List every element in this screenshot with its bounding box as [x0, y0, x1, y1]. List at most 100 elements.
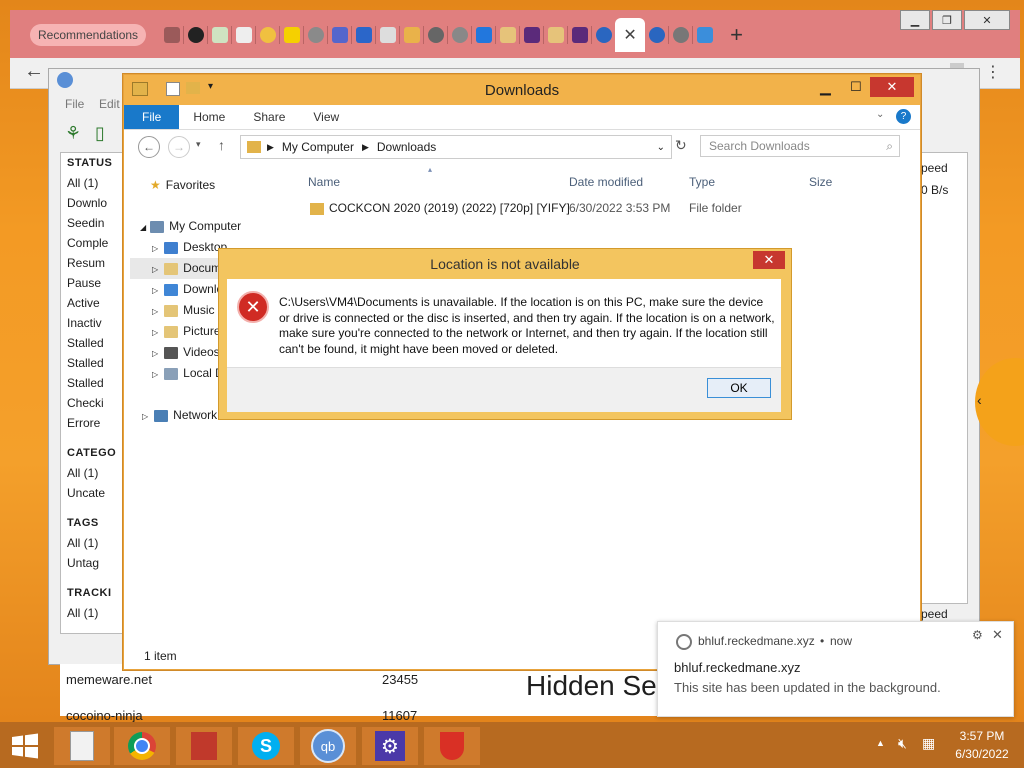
search-input[interactable]: Search Downloads ⌕ [700, 135, 900, 157]
nav-my-computer[interactable]: ◢ My Computer [130, 216, 290, 237]
expand-arrow-icon[interactable]: ▷ [152, 244, 158, 253]
status-filter-stalled-uploading[interactable]: Stalled [61, 353, 125, 373]
collapse-arrow-icon[interactable]: ◢ [140, 223, 146, 232]
help-icon[interactable]: ? [896, 109, 911, 124]
tab-favicon[interactable] [452, 27, 469, 43]
tab-favicon[interactable] [500, 27, 517, 43]
expand-arrow-icon[interactable]: ▷ [152, 286, 158, 295]
category-filter-all[interactable]: All (1) [61, 463, 125, 483]
refresh-icon[interactable]: ↻ [675, 137, 687, 154]
add-torrent-link-icon[interactable]: ⚘ [65, 123, 81, 144]
column-header-size[interactable]: Size [809, 175, 832, 189]
back-icon[interactable]: ← [138, 136, 160, 158]
breadcrumb-my-computer[interactable]: My Computer [282, 140, 354, 154]
file-name[interactable]: COCKCON 2020 (2019) (2022) [720p] [YIFY] [329, 201, 570, 215]
tag-filter-all[interactable]: All (1) [61, 533, 125, 553]
nav-favorites[interactable]: ★ Favorites [130, 175, 290, 196]
maximize-icon[interactable]: ❐ [932, 10, 962, 30]
taskbar-security[interactable] [424, 727, 480, 765]
tab-favicon[interactable] [284, 27, 301, 43]
active-tab-close-button[interactable]: ✕ [615, 18, 646, 52]
tab-favicon[interactable] [548, 27, 565, 43]
tracker-filter-all[interactable]: All (1) [61, 603, 125, 623]
taskbar-clock-date[interactable]: 6/30/2022 [954, 747, 1010, 761]
browser-menu-icon[interactable]: ⋮ [985, 62, 1001, 82]
tab-favicon[interactable] [596, 27, 613, 43]
chevron-left-icon[interactable]: ‹ [977, 392, 982, 408]
status-filter-downloading[interactable]: Downlo [61, 193, 125, 213]
taskbar-chrome[interactable] [114, 727, 170, 765]
taskbar-clock-time[interactable]: 3:57 PM [954, 729, 1010, 743]
address-dropdown-icon[interactable]: ⌄ [657, 142, 665, 153]
status-filter-seeding[interactable]: Seedin [61, 213, 125, 233]
forward-icon[interactable]: → [168, 136, 190, 158]
tab-favicon[interactable] [572, 27, 589, 43]
status-filter-errored[interactable]: Errore [61, 413, 125, 433]
tab-favicon[interactable] [476, 27, 493, 43]
status-filter-stalled[interactable]: Stalled [61, 333, 125, 353]
add-torrent-file-icon[interactable]: ▯ [95, 123, 105, 144]
status-filter-inactive[interactable]: Inactiv [61, 313, 125, 333]
tab-favicon[interactable] [673, 27, 690, 43]
expand-arrow-icon[interactable]: ▷ [152, 370, 158, 379]
status-filter-completed[interactable]: Comple [61, 233, 125, 253]
tab-favicon[interactable] [164, 27, 181, 43]
speed-column-header[interactable]: peed [921, 161, 948, 175]
status-filter-active[interactable]: Active [61, 293, 125, 313]
close-icon[interactable]: ✕ [870, 77, 914, 97]
maximize-icon[interactable]: ☐ [850, 79, 862, 95]
tab-favicon[interactable] [188, 27, 205, 43]
recommendations-button[interactable]: Recommendations [30, 24, 147, 46]
tab-favicon[interactable] [524, 27, 541, 43]
dialog-close-button[interactable]: ✕ [753, 251, 785, 269]
taskbar-notepad[interactable] [54, 727, 110, 765]
tag-filter-untagged[interactable]: Untag [61, 553, 125, 573]
address-bar[interactable]: ▶ My Computer ▶ Downloads ⌄ [240, 135, 672, 159]
tab-favicon[interactable] [356, 27, 373, 43]
taskbar-app[interactable] [176, 727, 232, 765]
tab-favicon[interactable] [332, 27, 349, 43]
breadcrumb-downloads[interactable]: Downloads [377, 140, 436, 154]
back-arrow-icon[interactable]: ← [24, 60, 44, 83]
column-header-type[interactable]: Type [689, 175, 715, 189]
recent-locations-icon[interactable]: ▾ [196, 139, 201, 150]
category-filter-uncategorized[interactable]: Uncate [61, 483, 125, 503]
notification-close-icon[interactable]: ✕ [992, 627, 1003, 643]
menu-edit[interactable]: Edit [99, 97, 120, 111]
taskbar-skype[interactable]: S [238, 727, 294, 765]
taskbar-settings[interactable]: ⚙ [362, 727, 418, 765]
tab-favicon[interactable] [260, 27, 277, 43]
tab-favicon[interactable] [404, 27, 421, 43]
close-icon[interactable]: ✕ [964, 10, 1010, 30]
expand-arrow-icon[interactable]: ▷ [152, 349, 158, 358]
tab-home[interactable]: Home [179, 105, 239, 129]
status-filter-all[interactable]: All (1) [61, 173, 125, 193]
up-arrow-icon[interactable]: ↑ [218, 137, 225, 153]
minimize-icon[interactable]: ▁ [820, 79, 831, 96]
settings-gear-icon[interactable]: ⚙ [972, 628, 983, 642]
chrome-notification[interactable]: bhluf.reckedmane.xyz • now ⚙ ✕ bhluf.rec… [657, 621, 1014, 717]
expand-arrow-icon[interactable]: ▷ [152, 328, 158, 337]
tab-view[interactable]: View [299, 105, 353, 129]
start-button[interactable] [0, 727, 50, 765]
column-header-date-modified[interactable]: Date modified [569, 175, 643, 189]
tab-favicon[interactable] [380, 27, 397, 43]
status-filter-checking[interactable]: Checki [61, 393, 125, 413]
tab-favicon[interactable] [649, 27, 666, 43]
column-header-name[interactable]: Name [308, 175, 340, 189]
taskbar-qbittorrent[interactable]: qb [300, 727, 356, 765]
new-tab-button[interactable]: + [730, 22, 743, 48]
side-panel-toggle[interactable]: ‹ [975, 358, 1024, 446]
ok-button[interactable]: OK [707, 378, 771, 398]
minimize-icon[interactable]: ▁ [900, 10, 930, 30]
menu-file[interactable]: File [65, 97, 84, 111]
expand-arrow-icon[interactable]: ▷ [152, 307, 158, 316]
ribbon-expand-icon[interactable]: ⌄ [876, 109, 884, 120]
status-filter-resumed[interactable]: Resum [61, 253, 125, 273]
tab-share[interactable]: Share [239, 105, 299, 129]
status-filter-stalled-downloading[interactable]: Stalled [61, 373, 125, 393]
tab-file[interactable]: File [124, 105, 180, 129]
show-hidden-icons[interactable]: ▲ [876, 738, 885, 748]
tab-favicon[interactable] [308, 27, 325, 43]
tab-favicon[interactable] [236, 27, 253, 43]
